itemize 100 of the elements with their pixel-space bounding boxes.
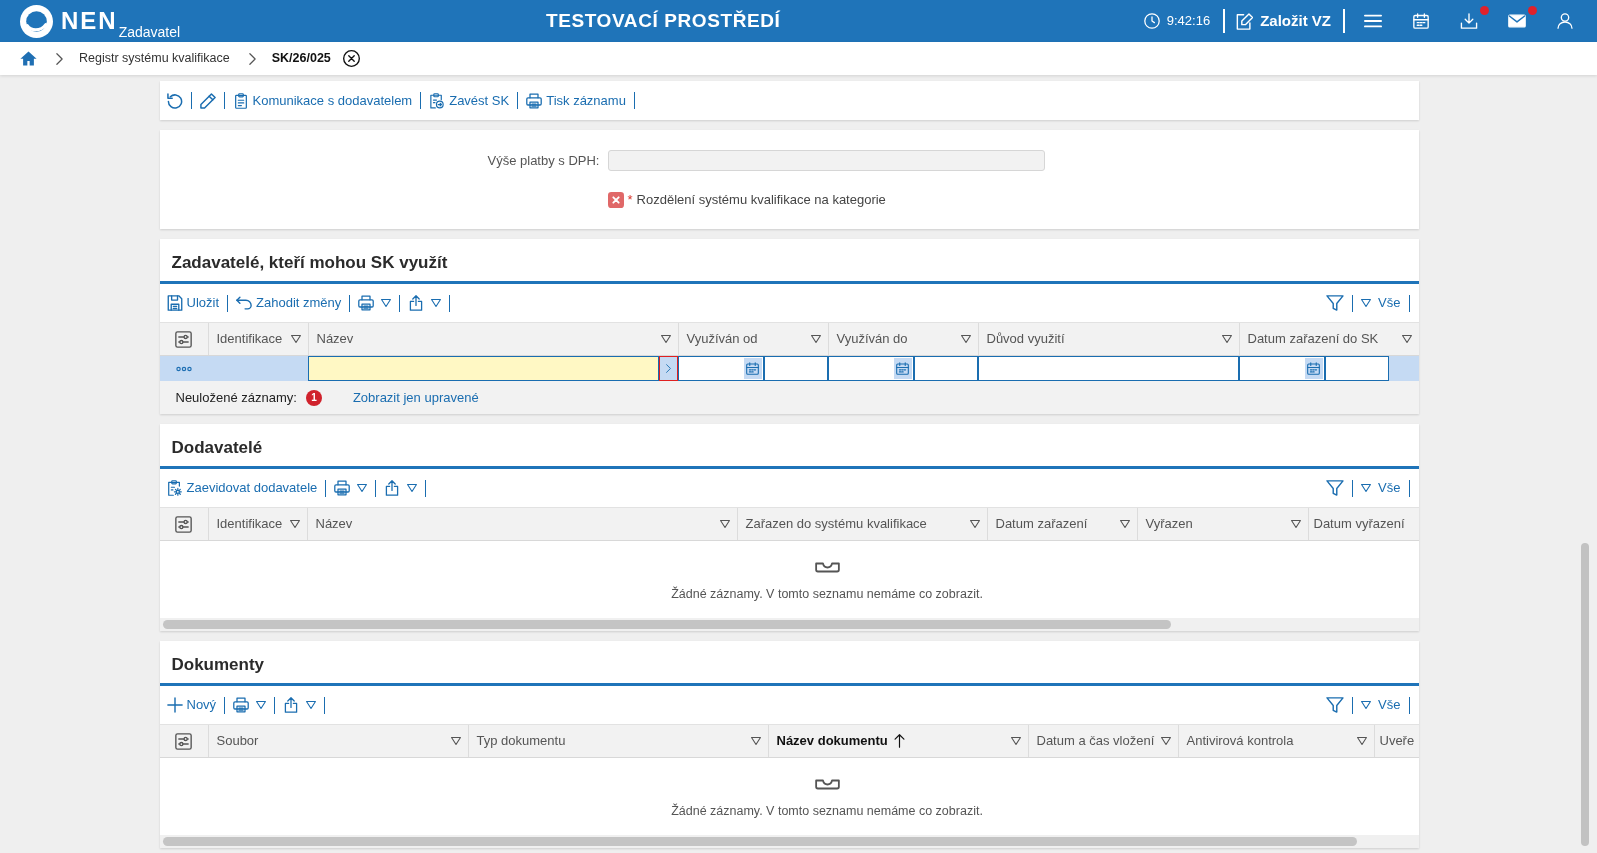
- caret-icon: [969, 520, 980, 528]
- caret-icon: [357, 484, 368, 492]
- caret-icon: [1290, 520, 1301, 528]
- column-header[interactable]: Datum zařazení do SK: [1238, 323, 1419, 355]
- breadcrumb-link[interactable]: Registr systému kvalifikace: [79, 49, 230, 68]
- lookup-field[interactable]: [307, 356, 659, 381]
- user-icon: [1556, 13, 1574, 29]
- horizontal-scrollbar[interactable]: [159, 835, 1419, 848]
- notification-dot-icon: [1528, 6, 1537, 15]
- mail-icon: [1508, 13, 1526, 29]
- column-header[interactable]: Název: [306, 508, 737, 540]
- empty-tray-icon: [814, 562, 840, 573]
- date-field[interactable]: [677, 356, 764, 381]
- print-menu-button[interactable]: [334, 480, 368, 496]
- calendar-button[interactable]: [893, 358, 912, 379]
- column-header[interactable]: Důvod využití: [977, 323, 1239, 355]
- print-button[interactable]: Tisk záznamu: [526, 90, 626, 111]
- home-button[interactable]: [20, 51, 37, 66]
- column-header[interactable]: Název dokumentu: [767, 725, 1028, 757]
- column-settings-button[interactable]: [175, 330, 192, 348]
- printer-icon: [358, 295, 375, 311]
- logo-subtitle: Zadavatel: [118, 24, 181, 41]
- scrollbar-thumb[interactable]: [162, 620, 1172, 629]
- empty-message: Žádné záznamy. V tomto seznamu nemáme co zobrazit.: [671, 802, 983, 820]
- calendar-button[interactable]: [743, 358, 762, 379]
- column-header[interactable]: Název: [307, 323, 678, 355]
- column-header[interactable]: Antivirová kontrola: [1177, 725, 1374, 757]
- close-button[interactable]: [342, 50, 360, 67]
- export-menu-button[interactable]: [384, 480, 418, 496]
- caret-icon: [1361, 299, 1372, 307]
- chevron-icon: [56, 52, 63, 65]
- time-text: 9:42:16: [1166, 12, 1211, 31]
- edit-icon: [1236, 12, 1254, 30]
- column-header[interactable]: Datum a čas vložení: [1027, 725, 1178, 757]
- column-settings-button[interactable]: [175, 515, 192, 533]
- communication-button[interactable]: Komunikace s dodavatelem: [232, 90, 413, 111]
- date-field[interactable]: [1238, 356, 1325, 381]
- caret-icon: [1361, 701, 1372, 709]
- plus-icon: [166, 697, 183, 713]
- deploy-button[interactable]: Zavést SK: [429, 90, 510, 111]
- export-menu-button[interactable]: [283, 697, 317, 713]
- refresh-button[interactable]: [166, 92, 183, 109]
- export-menu-button[interactable]: [408, 295, 442, 311]
- filter-button[interactable]: [1326, 295, 1345, 311]
- unsaved-count-badge: 1: [305, 389, 322, 406]
- close-icon: [342, 50, 360, 67]
- column-header[interactable]: Datum vyřazení: [1307, 508, 1419, 540]
- caret-icon: [719, 520, 730, 528]
- view-filter-button[interactable]: Vše: [1361, 478, 1401, 498]
- caret-icon: [1010, 737, 1021, 745]
- create-button[interactable]: Založit VZ: [1236, 9, 1331, 33]
- register-button[interactable]: Zaevidovat dodavatele: [166, 478, 318, 498]
- time-field[interactable]: [1324, 356, 1389, 381]
- download-icon: [1460, 13, 1478, 29]
- column-header[interactable]: Datum zařazení: [986, 508, 1137, 540]
- column-header[interactable]: Identifikace: [207, 508, 307, 540]
- unsaved-records-label: Neuložené záznamy:: [175, 388, 297, 407]
- scrollbar-thumb[interactable]: [162, 837, 1357, 846]
- scrollbar-thumb[interactable]: [1581, 543, 1589, 846]
- validation-message: Rozdělení systému kvalifikace na kategorie: [636, 191, 886, 209]
- caret-icon: [750, 737, 761, 745]
- chevron-icon: [248, 52, 256, 65]
- save-button[interactable]: Uložit: [166, 293, 219, 313]
- show-modified-link[interactable]: Zobrazit jen upravené: [352, 387, 479, 408]
- column-header[interactable]: Typ dokumentu: [467, 725, 768, 757]
- column-header[interactable]: Zařazen do systému kvalifikace: [736, 508, 987, 540]
- time-field[interactable]: [913, 356, 978, 381]
- column-header[interactable]: Vyřazen: [1136, 508, 1308, 540]
- filter-button[interactable]: [1326, 480, 1345, 496]
- horizontal-scrollbar[interactable]: [159, 618, 1419, 631]
- text-field[interactable]: [977, 356, 1239, 381]
- printer-icon: [233, 697, 250, 713]
- clipboard-arrow-icon: [429, 92, 446, 109]
- empty-message: Žádné záznamy. V tomto seznamu nemáme co zobrazit.: [671, 585, 983, 603]
- time-field[interactable]: [763, 356, 828, 381]
- column-header[interactable]: Soubor: [207, 725, 468, 757]
- edit-button[interactable]: [199, 92, 216, 109]
- dots-icon[interactable]: [175, 365, 192, 372]
- sliders-icon: [175, 515, 192, 533]
- breadcrumb-current: SK/26/025: [271, 50, 331, 68]
- print-menu-button[interactable]: [358, 295, 392, 311]
- filter-button[interactable]: [1326, 697, 1345, 713]
- column-header[interactable]: Uveře: [1373, 725, 1419, 757]
- logo-icon: [20, 4, 53, 38]
- discard-button[interactable]: Zahodit změny: [236, 293, 342, 313]
- view-filter-button[interactable]: Vše: [1361, 293, 1401, 313]
- view-filter-button[interactable]: Vše: [1361, 695, 1401, 715]
- caret-icon: [1401, 335, 1412, 343]
- caret-icon: [381, 299, 392, 307]
- print-menu-button[interactable]: [233, 697, 267, 713]
- column-header[interactable]: Identifikace: [207, 323, 308, 355]
- caret-icon: [256, 701, 267, 709]
- column-header[interactable]: Využíván od: [677, 323, 828, 355]
- calendar-button[interactable]: [1304, 358, 1323, 379]
- date-field[interactable]: [827, 356, 914, 381]
- column-settings-button[interactable]: [175, 732, 192, 750]
- printer-icon: [526, 92, 543, 109]
- new-button[interactable]: Nový: [166, 695, 217, 715]
- undo-arrow-icon: [236, 295, 252, 311]
- column-header[interactable]: Využíván do: [827, 323, 978, 355]
